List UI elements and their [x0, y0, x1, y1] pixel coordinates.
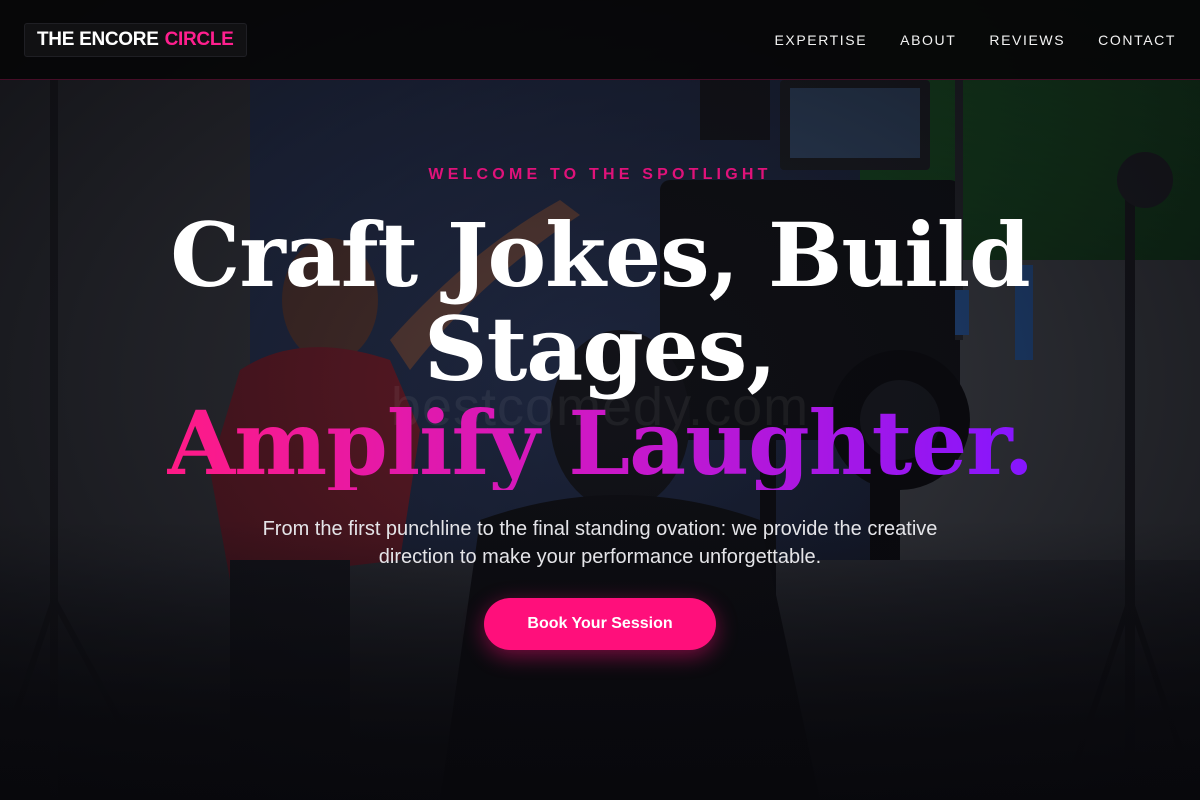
main-nav: EXPERTISE ABOUT REVIEWS CONTACT — [774, 32, 1176, 48]
nav-item-about[interactable]: ABOUT — [900, 32, 956, 48]
nav-item-reviews[interactable]: REVIEWS — [989, 32, 1065, 48]
brand-name-accent: CIRCLE — [164, 28, 234, 50]
book-session-button[interactable]: Book Your Session — [484, 598, 716, 650]
nav-item-expertise[interactable]: EXPERTISE — [774, 32, 867, 48]
headline-line-1: Craft Jokes, Build — [170, 203, 1030, 307]
hero-eyebrow: WELCOME TO THE SPOTLIGHT — [428, 166, 772, 183]
hero-headline: Craft Jokes, Build Stages, Amplify Laugh… — [100, 208, 1100, 490]
headline-accent: Amplify Laughter. — [166, 391, 1034, 495]
hero-subtext: From the first punchline to the final st… — [262, 518, 938, 568]
hero-section: bestcomedy.com WELCOME TO THE SPOTLIGHT … — [0, 80, 1200, 800]
headline-line-2: Stages, — [424, 297, 777, 401]
brand-logo[interactable]: THE ENCORE CIRCLE — [24, 22, 247, 57]
brand-name-main: THE ENCORE — [37, 28, 159, 50]
site-header: THE ENCORE CIRCLE EXPERTISE ABOUT REVIEW… — [0, 0, 1200, 80]
nav-item-contact[interactable]: CONTACT — [1098, 32, 1176, 48]
